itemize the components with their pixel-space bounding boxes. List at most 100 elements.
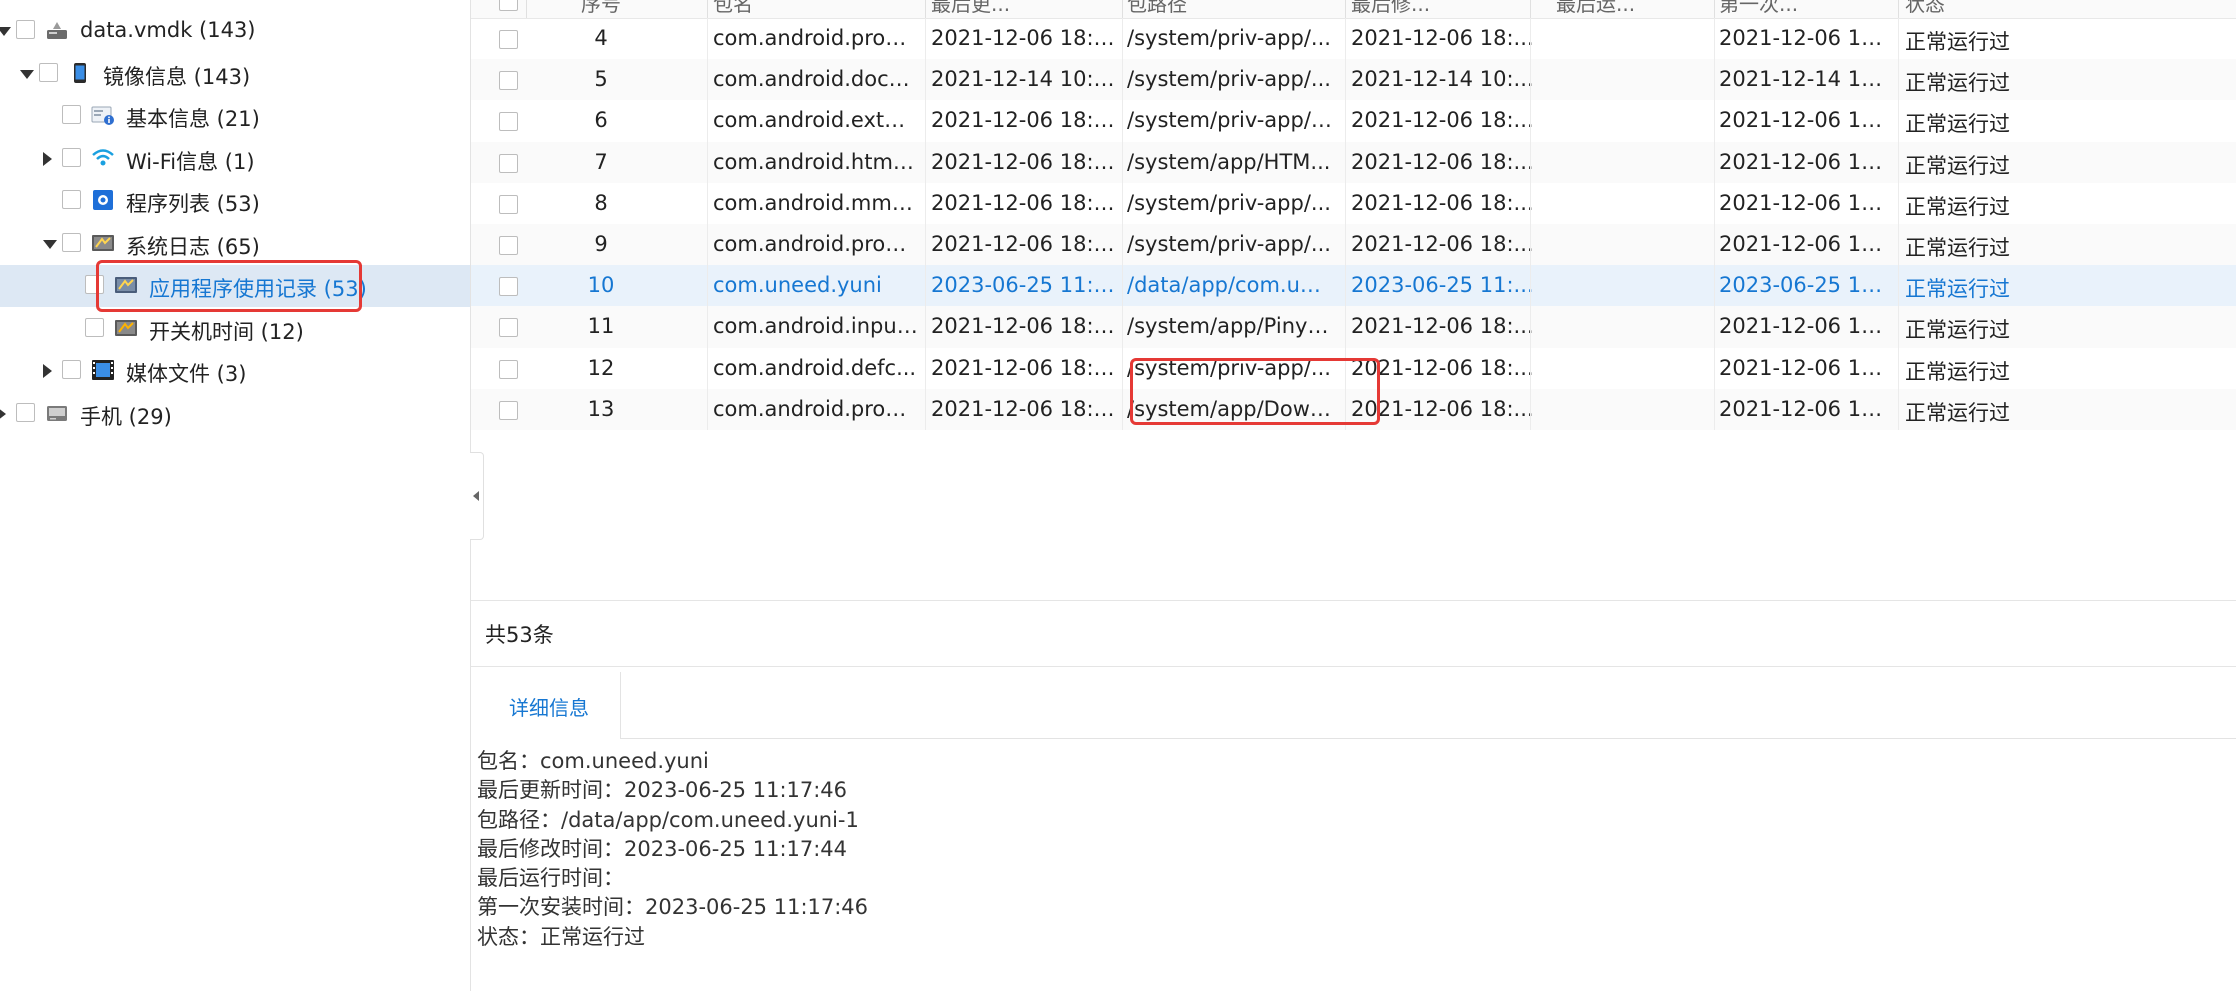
cell-status: 正常运行过 (1905, 30, 2010, 54)
cell-status: 正常运行过 (1905, 236, 2010, 260)
column-resize-handle[interactable] (1714, 0, 1715, 18)
column-resize-handle[interactable] (1530, 0, 1531, 18)
expand-arrow-down-icon[interactable] (20, 69, 34, 79)
table-row[interactable]: 11 com.android.input... 2021-12-06 18:3...… (471, 306, 2236, 348)
tree-item[interactable]: 开关机时间 (12) (0, 308, 470, 350)
expand-arrow-right-icon[interactable] (0, 406, 6, 421)
row-checkbox[interactable] (499, 359, 518, 379)
tree-item[interactable]: 系统日志 (65) (0, 223, 470, 265)
column-resize-handle[interactable] (1345, 0, 1346, 18)
tab-details[interactable]: 详细信息 (471, 672, 621, 739)
table-row[interactable]: 8 com.android.mms.... 2021-12-06 18:5.../s… (471, 182, 2236, 224)
table-row[interactable]: 6 com.android.exter... 2021-12-06 18:5... /… (471, 100, 2236, 142)
column-divider (1122, 18, 1123, 60)
column-divider (707, 182, 708, 224)
tree-item[interactable]: data.vmdk (143) (0, 10, 470, 52)
tree-item[interactable]: 基本信息 (21) (0, 95, 470, 137)
column-divider (925, 224, 926, 266)
column-divider (707, 141, 708, 183)
column-header[interactable]: 最后修... (1351, 0, 1430, 18)
tree-item-checkbox[interactable] (85, 317, 104, 337)
column-divider (1898, 59, 1899, 101)
disk-image-icon (45, 19, 69, 41)
tree-item[interactable]: 镜像信息 (143) (0, 53, 470, 95)
cell-installed: 2021-12-06 18:... (1719, 396, 1894, 421)
row-checkbox[interactable] (499, 318, 518, 338)
table-row[interactable]: 7 com.android.html... 2021-12-06 18:2.../s… (471, 141, 2236, 183)
cell-updated: 2021-12-06 18:5... (931, 355, 1121, 380)
column-resize-handle[interactable] (707, 0, 708, 18)
tree-item-checkbox[interactable] (62, 190, 81, 209)
row-checkbox[interactable] (499, 71, 518, 91)
info-card-icon (91, 104, 115, 126)
cell-pkg: com.android.docu... (713, 67, 918, 92)
tree-item-label: 程序列表 (53) (126, 192, 260, 216)
cell-status: 正常运行过 (1905, 71, 2010, 96)
highlight-box-selected-row (1130, 358, 1380, 425)
expand-arrow-right-icon[interactable] (43, 364, 52, 378)
cell-status: 正常运行过 (1905, 318, 2010, 343)
column-divider (1714, 347, 1715, 389)
table-row[interactable]: 10 com.uneed.yuni 2023-06-25 11:1.../data/… (471, 265, 2236, 307)
cell-status: 正常运行过 (1905, 153, 2010, 178)
column-resize-handle[interactable] (526, 0, 527, 18)
cell-pkg: com.android.mms.... (713, 190, 918, 215)
column-resize-handle[interactable] (1898, 0, 1899, 18)
row-checkbox[interactable] (499, 112, 518, 132)
row-checkbox[interactable] (499, 194, 518, 214)
column-divider (1898, 224, 1899, 266)
row-checkbox[interactable] (499, 400, 518, 420)
table-row[interactable]: 4 com.android.provi... 2021-12-06 18:5... /… (471, 18, 2236, 60)
column-header[interactable]: 包名 (713, 0, 753, 18)
column-resize-handle[interactable] (1122, 0, 1123, 18)
tree-item-checkbox[interactable] (62, 105, 81, 124)
evidence-tree[interactable]: data.vmdk (143) 镜像信息 (143) 基本信息 (21) Wi-Fi信… (0, 0, 470, 991)
column-header[interactable]: 序号 (581, 0, 621, 18)
cell-pkg: com.android.defc... (713, 355, 917, 380)
expand-arrow-right-icon[interactable] (43, 151, 52, 166)
tree-item-checkbox[interactable] (16, 402, 35, 422)
cell-status: 正常运行过 (1905, 112, 2010, 137)
column-divider (1530, 388, 1531, 430)
table-row[interactable]: 9 com.android.provi... 2021-12-06 18:5... /… (471, 224, 2236, 266)
tree-item[interactable]: Wi-Fi信息 (1) (0, 138, 470, 180)
tree-item[interactable]: 程序列表 (53) (0, 180, 470, 222)
row-checkbox[interactable] (499, 153, 518, 173)
cell-updated: 2021-12-14 10:1... (931, 67, 1121, 92)
table-header: 序号 包名 最后更... 包路径 最后修... 最后运... 第一次... 状态 (471, 0, 2236, 19)
column-header[interactable]: 包路径 (1127, 0, 1187, 18)
cell-installed: 2021-12-06 18:... (1719, 190, 1894, 215)
column-header[interactable]: 最后运... (1556, 0, 1635, 18)
column-divider (1530, 100, 1531, 142)
cell-path: /system/priv-app/... (1127, 232, 1331, 256)
row-checkbox[interactable] (499, 236, 518, 255)
column-divider (1122, 306, 1123, 348)
cell-num: 12 (587, 355, 615, 380)
cell-installed: 2021-12-06 18:... (1719, 355, 1894, 380)
column-header[interactable]: 状态 (1905, 0, 1945, 18)
expand-arrow-down-icon[interactable] (43, 239, 57, 249)
tree-item-checkbox[interactable] (62, 147, 81, 167)
tab-details-label: 详细信息 (509, 696, 589, 720)
tree-item-checkbox[interactable] (62, 232, 81, 252)
tree-item[interactable]: 手机 (29) (0, 393, 470, 435)
row-checkbox[interactable] (499, 30, 518, 49)
column-divider (1530, 182, 1531, 224)
cell-modified: 2021-12-06 18:... (1351, 26, 1534, 50)
column-divider (707, 18, 708, 60)
tree-item-label: 镜像信息 (143) (103, 64, 251, 89)
column-resize-handle[interactable] (925, 0, 926, 18)
tree-item[interactable]: 媒体文件 (3) (0, 350, 470, 392)
table-row[interactable]: 5 com.android.docu... 2021-12-14 10:1.../s… (471, 59, 2236, 101)
column-header[interactable]: 第一次... (1719, 0, 1798, 18)
row-checkbox[interactable] (499, 277, 518, 297)
column-divider (1530, 59, 1531, 101)
expand-arrow-down-icon[interactable] (0, 27, 11, 36)
column-header[interactable]: 最后更... (931, 0, 1010, 18)
select-all-checkbox[interactable] (499, 0, 518, 11)
tree-item-checkbox[interactable] (16, 20, 35, 39)
cell-pkg: com.uneed.yuni (713, 273, 882, 298)
tree-item-checkbox[interactable] (62, 360, 81, 379)
tree-item-checkbox[interactable] (39, 62, 58, 82)
tree-item-label: Wi-Fi信息 (1) (126, 149, 255, 174)
